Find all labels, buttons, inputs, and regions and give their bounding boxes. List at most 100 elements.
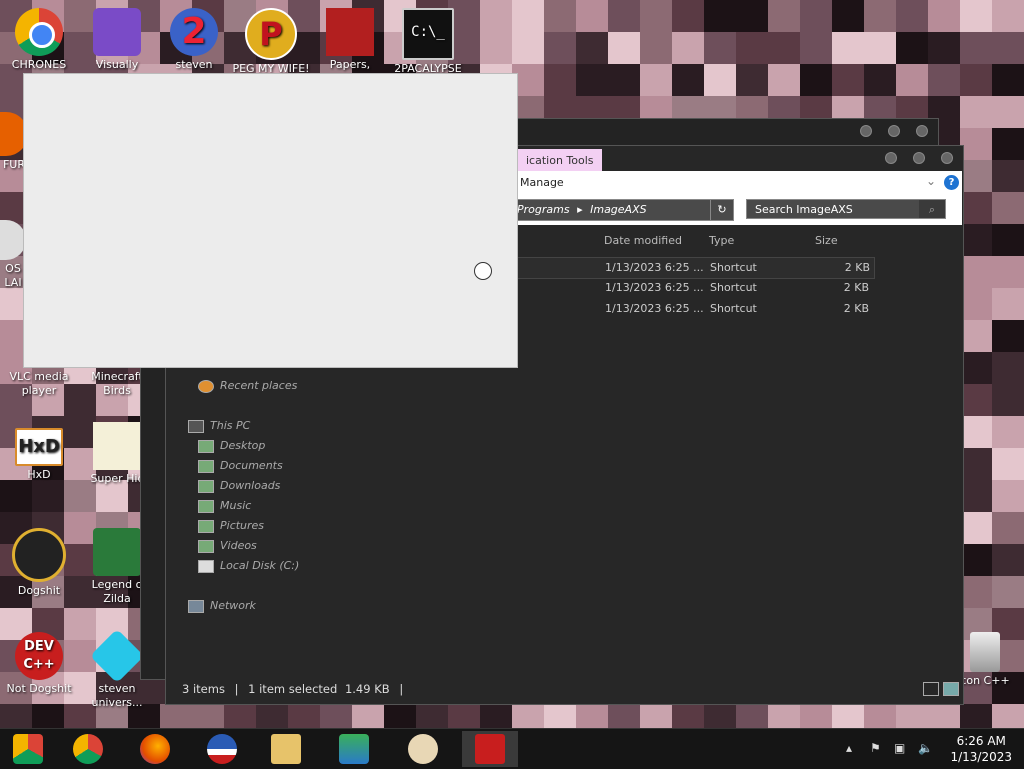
window-caption-buttons [885,152,953,164]
row-date: 1/13/2023 6:25 ... [605,261,704,274]
desktop-icon-hxd[interactable]: HxD HxD [0,428,78,482]
taskbar-firefox[interactable] [127,731,183,767]
row-type: Shortcut [710,281,757,294]
maximize-icon[interactable] [913,152,925,164]
column-header-date[interactable]: Date modified [604,234,682,247]
computer-icon [188,419,204,433]
blank-window[interactable] [23,73,518,368]
downloads-folder-icon [198,479,214,493]
hxd-icon: HxD [15,428,63,466]
row-type: Shortcut [710,302,757,315]
refresh-icon: ↻ [717,203,727,216]
desktop-icon-visually[interactable]: Visually [78,8,156,72]
papers-please-icon [326,8,374,56]
refresh-button[interactable]: ↻ [710,199,734,221]
flag-icon[interactable]: ⚑ [870,741,881,755]
desktop-icon-label: steven univers... [91,682,143,709]
firefox-icon [140,734,170,764]
nav-label: Documents [220,459,283,472]
close-icon[interactable] [916,125,928,137]
desktop-icon-dogshit[interactable]: Dogshit [0,528,78,598]
desktop-icon-papers[interactable]: Papers, [311,8,389,72]
breadcrumb-programs[interactable]: Programs [517,203,570,216]
chrome-icon [15,8,63,56]
nav-music[interactable]: Music [198,499,251,513]
paint-palette-icon [408,734,438,764]
status-selected: 1 item selected [248,682,338,696]
status-item-count: 3 items [182,682,225,696]
ribbon-bar: Manage ⌄ ? [516,171,962,195]
nav-documents[interactable]: Documents [198,459,283,473]
nav-videos[interactable]: Videos [198,539,257,553]
maximize-icon[interactable] [888,125,900,137]
nav-downloads[interactable]: Downloads [198,479,280,493]
desktop-icon-label: OS LAI [4,262,22,289]
obama-logo-icon [207,734,237,764]
taskbar-file-explorer[interactable] [258,731,314,767]
address-bar-area: Programs ▸ ImageAXS ↻ Search ImageAXS ⌕ [516,195,962,225]
clock-time: 6:26 AM [956,734,1006,748]
status-size: 1.49 KB [344,682,390,696]
volume-icon[interactable]: 🔈 [918,741,933,755]
nav-label: Desktop [220,439,266,452]
network-tray-icon[interactable]: ▣ [894,741,905,755]
nav-network[interactable]: Network [188,599,256,613]
music-folder-icon [198,499,214,513]
desktop-icon-vlc[interactable]: VLC media player [0,370,78,398]
large-icons-view-icon[interactable] [943,682,959,696]
ribbon-tab-application-tools[interactable]: ication Tools [518,149,602,172]
nav-local-disk[interactable]: Local Disk (C:) [198,559,299,573]
tab-manage[interactable]: Manage [520,176,564,189]
show-hidden-icons-button[interactable]: ▴ [846,741,852,755]
toolbox-icon [475,734,505,764]
table-row[interactable]: 1/13/2023 6:25 ... Shortcut 2 KB [516,299,873,319]
close-icon[interactable] [941,152,953,164]
nav-label: Local Disk (C:) [220,559,300,572]
search-input[interactable]: Search ImageAXS ⌕ [746,199,946,219]
nav-label: This PC [210,419,251,432]
column-header-type[interactable]: Type [709,234,734,247]
desktop-icon-label: VLC media player [9,370,69,397]
nav-this-pc[interactable]: This PC [188,419,250,433]
minimize-icon[interactable] [860,125,872,137]
desktop-icon-steven[interactable]: 2 steven [155,8,233,72]
nav-pictures[interactable]: Pictures [198,519,264,533]
desktop-icon-peg[interactable]: P PEG MY WIFE! [232,8,310,76]
help-icon[interactable]: ? [944,175,959,190]
table-row[interactable]: 1/13/2023 6:25 ... Shortcut 2 KB [516,278,873,298]
cmd-icon: C:\_ [402,8,454,60]
nav-label: Network [210,599,256,612]
desktop-icon-label: Super Hic [90,472,144,485]
chrome-icon [73,734,103,764]
breadcrumb[interactable]: Programs ▸ ImageAXS [516,199,734,221]
nav-recent-places[interactable]: Recent places [198,379,297,393]
taskbar-obama[interactable] [194,731,250,767]
row-size: 2 KB [843,302,869,315]
dogshit-icon [12,528,66,582]
desktop-icon-not-dogshit[interactable]: DEV C++ Not Dogshit [0,632,78,696]
row-size: 2 KB [844,261,870,274]
desktop-icon-label: Dogshit [17,584,61,597]
taskbar-imageaxs[interactable] [462,731,518,767]
desktop-folder-icon [198,439,214,453]
minimize-icon[interactable] [885,152,897,164]
taskbar-clock[interactable]: 6:26 AM 1/13/2023 [950,733,1012,765]
breadcrumb-imageaxs[interactable]: ImageAXS [590,203,647,216]
row-size: 2 KB [843,281,869,294]
chevron-down-icon[interactable]: ⌄ [926,174,936,188]
people-icon [339,734,369,764]
desktop-icon-label: Not Dogshit [6,682,72,695]
search-icon[interactable]: ⌕ [919,200,945,218]
taskbar-start-button[interactable] [0,731,56,767]
steven-2-icon: 2 [170,8,218,56]
desktop-icon-2pacalypse[interactable]: C:\_ 2PACALYPSE [389,8,467,76]
taskbar-paint[interactable] [395,731,451,767]
taskbar-network-app[interactable] [326,731,382,767]
taskbar-chrome[interactable] [60,731,116,767]
table-row[interactable]: 1/13/2023 6:25 ... Shortcut 2 KB [516,257,875,279]
pictures-folder-icon [198,519,214,533]
desktop-icon-label: Visually [95,58,139,71]
column-header-size[interactable]: Size [815,234,838,247]
details-view-icon[interactable] [923,682,939,696]
nav-desktop[interactable]: Desktop [198,439,265,453]
